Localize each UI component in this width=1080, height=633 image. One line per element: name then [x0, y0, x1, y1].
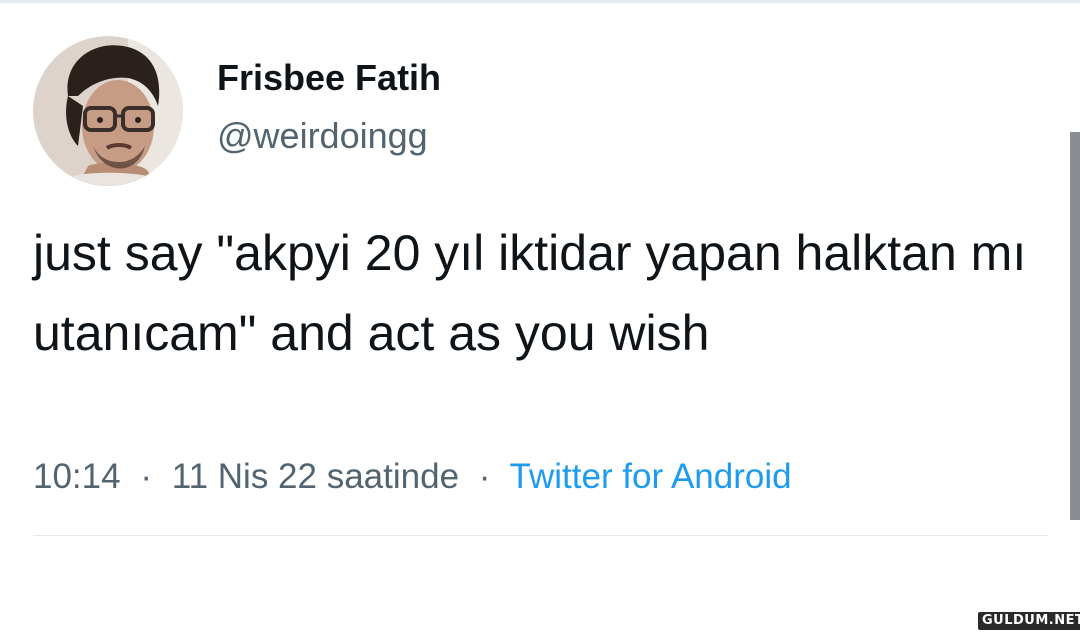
meta-separator: · [140, 457, 152, 496]
avatar-photo-icon [33, 36, 183, 186]
display-name[interactable]: Frisbee Fatih [217, 56, 441, 100]
top-border [0, 0, 1080, 3]
tweet-text: just say "akpyi 20 yıl iktidar yapan hal… [33, 225, 1027, 361]
scrollbar[interactable] [1070, 132, 1080, 520]
tweet-time[interactable]: 10:14 [33, 457, 121, 496]
user-handle[interactable]: @weirdoingg [217, 114, 441, 158]
avatar[interactable] [33, 36, 183, 186]
tweet-source-link[interactable]: Twitter for Android [510, 457, 792, 496]
meta-separator: · [478, 457, 491, 496]
tweet-header: Frisbee Fatih @weirdoingg [33, 36, 441, 186]
divider [33, 535, 1048, 536]
watermark: GULDUM.NET [978, 612, 1080, 630]
user-meta: Frisbee Fatih @weirdoingg [217, 57, 441, 158]
tweet-meta: 10:14 · 11 Nis 22 saatinde · Twitter for… [33, 455, 792, 499]
tweet-date[interactable]: 11 Nis 22 saatinde [172, 457, 459, 496]
